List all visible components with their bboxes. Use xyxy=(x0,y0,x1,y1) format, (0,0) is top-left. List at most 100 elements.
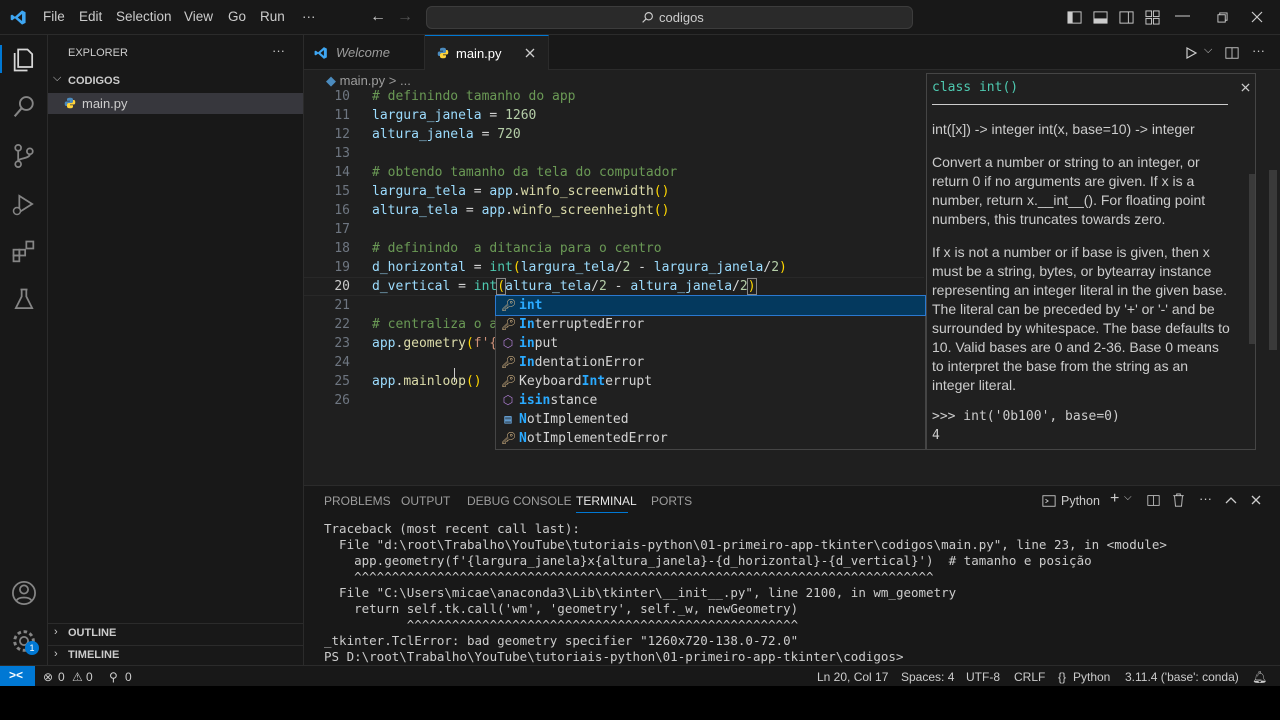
suggestion-item[interactable]: ⬡ input xyxy=(496,334,925,353)
editor-scrollbar[interactable] xyxy=(1269,170,1277,350)
mouse-ibeam-cursor xyxy=(454,368,455,382)
outline-section[interactable]: › OUTLINE xyxy=(48,624,303,644)
close-doc-icon[interactable] xyxy=(1241,83,1250,92)
suggestion-label: InterruptedError xyxy=(519,317,645,332)
suggestion-item[interactable]: 🔑︎ KeyboardInterrupt xyxy=(496,372,925,391)
chevron-right-icon: › xyxy=(54,648,58,660)
indentation[interactable]: Spaces: 4 xyxy=(901,670,954,684)
restore-icon[interactable] xyxy=(1217,12,1228,23)
search-icon xyxy=(642,12,653,23)
menu-file[interactable]: File xyxy=(43,9,65,24)
suggestion-item[interactable]: ▤ NotImplemented xyxy=(496,410,925,429)
terminal-line: File "d:\root\Trabalho\YouTube\tutoriais… xyxy=(324,537,1167,552)
doc-header: class int() xyxy=(932,80,1019,95)
line-number: 15 xyxy=(334,184,350,199)
chevron-down-icon[interactable]: ⌵ xyxy=(1124,492,1132,503)
customize-layout-icon[interactable] xyxy=(1145,10,1160,25)
error-count[interactable]: 0 xyxy=(58,670,65,684)
account-icon[interactable] xyxy=(10,579,38,607)
breadcrumb-file[interactable]: main.py xyxy=(340,73,386,88)
line-number: 16 xyxy=(334,203,350,218)
terminal-shell-name[interactable]: Python xyxy=(1061,494,1100,508)
remote-indicator[interactable]: >< xyxy=(0,666,35,686)
split-terminal-icon[interactable] xyxy=(1147,494,1160,507)
chevron-down-icon[interactable]: ⌵ xyxy=(1204,44,1212,57)
tab-terminal[interactable]: TERMINAL xyxy=(576,494,637,508)
close-window-icon[interactable] xyxy=(1251,11,1263,23)
doc-paragraph-1: Convert a number or string to an integer… xyxy=(932,154,1206,227)
terminal-line: app.geometry(f'{largura_janela}x{altura_… xyxy=(324,553,1092,568)
suggestion-item[interactable]: 🔑︎ int xyxy=(495,295,926,316)
active-tab-indicator xyxy=(576,512,628,513)
toggle-secondary-sidebar-icon[interactable] xyxy=(1119,10,1134,25)
tab-welcome[interactable]: Welcome xyxy=(304,35,425,70)
close-panel-icon[interactable] xyxy=(1251,495,1261,505)
cursor-position[interactable]: Ln 20, Col 17 xyxy=(817,670,888,684)
testing-flask-icon[interactable] xyxy=(10,286,38,314)
new-terminal-plus-icon[interactable]: + xyxy=(1110,490,1119,508)
warning-triangle-icon[interactable]: ⚠ xyxy=(72,670,83,684)
more-actions-button[interactable]: ··· xyxy=(1199,491,1212,506)
trash-icon[interactable] xyxy=(1172,493,1185,507)
source-control-icon[interactable] xyxy=(10,142,38,170)
suggestion-item[interactable]: 🔑︎ IndentationError xyxy=(496,353,925,372)
doc-signature: int([x]) -> integer int(x, base=10) -> i… xyxy=(932,121,1195,137)
file-item-main-py[interactable]: main.py xyxy=(48,93,303,114)
command-center-search[interactable]: codigos xyxy=(426,6,913,29)
tab-debug-console[interactable]: DEBUG CONSOLE xyxy=(467,494,572,508)
suggestion-item[interactable]: 🔑︎ InterruptedError xyxy=(496,315,925,334)
menu-more[interactable]: ··· xyxy=(302,9,316,24)
tab-main-py[interactable]: main.py xyxy=(425,35,549,71)
tab-problems[interactable]: PROBLEMS xyxy=(324,494,391,508)
suggestion-item[interactable]: ⬡ isinstance xyxy=(496,391,925,410)
run-python-file-icon[interactable] xyxy=(1185,47,1197,59)
code-line-16: altura_tela = app.winfo_screenheight() xyxy=(372,203,670,218)
search-icon[interactable] xyxy=(10,93,38,121)
line-ending[interactable]: CRLF xyxy=(1014,670,1045,684)
terminal-line: Traceback (most recent call last): xyxy=(324,521,580,536)
menu-go[interactable]: Go xyxy=(228,9,246,24)
tab-ports[interactable]: PORTS xyxy=(651,494,692,508)
menu-selection[interactable]: Selection xyxy=(116,9,172,24)
suggestion-item[interactable]: 🔑︎ NotImplementedError xyxy=(496,429,925,448)
toggle-panel-icon[interactable] xyxy=(1093,10,1108,25)
breadcrumb-rest[interactable]: ... xyxy=(400,73,411,88)
timeline-section[interactable]: › TIMELINE xyxy=(48,646,303,666)
maximize-panel-icon[interactable] xyxy=(1225,496,1237,504)
line-number: 10 xyxy=(334,89,350,104)
extensions-icon[interactable] xyxy=(10,238,38,266)
encoding[interactable]: UTF-8 xyxy=(966,670,1000,684)
menu-run[interactable]: Run xyxy=(260,9,285,24)
notifications-bell-icon[interactable]: 🔔︎ xyxy=(1252,670,1267,684)
language-mode[interactable]: Python xyxy=(1073,670,1110,684)
files-explorer-icon[interactable] xyxy=(10,46,38,74)
python-interpreter[interactable]: 3.11.4 ('base': conda) xyxy=(1125,670,1239,684)
doc-example-result: 4 xyxy=(932,428,940,443)
toggle-sidebar-icon[interactable] xyxy=(1067,10,1082,25)
terminal-line: ^^^^^^^^^^^^^^^^^^^^^^^^^^^^^^^^^^^^^^^^… xyxy=(324,569,934,584)
forward-arrow-icon[interactable]: → xyxy=(397,8,413,26)
terminal-line: return self.tk.call('wm', 'geometry', se… xyxy=(324,601,799,616)
minimize-icon[interactable]: — xyxy=(1175,7,1190,24)
folder-header[interactable]: ⌵ CODIGOS xyxy=(48,71,303,91)
close-tab-icon[interactable] xyxy=(525,48,535,58)
code-line-25: app.mainloop() xyxy=(372,374,482,389)
ports-count[interactable]: 0 xyxy=(125,670,132,684)
doc-scrollbar[interactable] xyxy=(1249,174,1255,344)
warning-count[interactable]: 0 xyxy=(86,670,93,684)
ports-radio-icon[interactable]: ⚲ xyxy=(109,670,118,684)
explorer-sidebar: EXPLORER ··· ⌵ CODIGOS main.py › OUTLINE… xyxy=(48,35,304,665)
split-editor-icon[interactable] xyxy=(1225,46,1239,60)
line-number: 23 xyxy=(334,336,350,351)
code-line-14: # obtendo tamanho da tela do computador xyxy=(372,165,678,180)
back-arrow-icon[interactable]: ← xyxy=(370,8,386,26)
breadcrumb: ◆ main.py > ... xyxy=(326,73,411,89)
run-debug-icon[interactable] xyxy=(10,190,38,218)
terminal-line: ^^^^^^^^^^^^^^^^^^^^^^^^^^^^^^^^^^^^^^^^… xyxy=(324,617,799,632)
menu-edit[interactable]: Edit xyxy=(79,9,102,24)
error-circle-icon[interactable]: ⊗ xyxy=(43,670,53,684)
more-actions-button[interactable]: ··· xyxy=(1252,43,1265,58)
explorer-more-button[interactable]: ··· xyxy=(272,43,285,58)
menu-view[interactable]: View xyxy=(184,9,213,24)
tab-output[interactable]: OUTPUT xyxy=(401,494,450,508)
